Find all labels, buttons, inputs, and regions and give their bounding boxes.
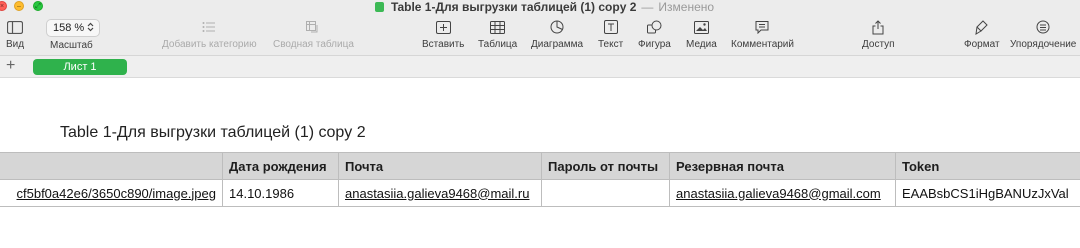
toolbar: × – ⤢ Table 1-Для выгрузки таблицей (1) … [0, 0, 1080, 56]
backup-email-link[interactable]: anastasiia.galieva9468@gmail.com [676, 186, 881, 201]
header-cell[interactable]: Token [895, 152, 1080, 180]
table-button[interactable]: Таблица [478, 18, 517, 54]
title-separator: — [641, 0, 654, 14]
shape-icon [646, 18, 662, 36]
document-title: Table 1-Для выгрузки таблицей (1) copy 2 [391, 0, 637, 14]
add-category-button[interactable]: Добавить категорию [162, 18, 257, 54]
comment-icon [755, 18, 769, 36]
window-title: Table 1-Для выгрузки таблицей (1) copy 2… [375, 0, 715, 14]
image-link[interactable]: cf5bf0a42e6/3650c890/image.jpeg [17, 186, 217, 201]
comment-label: Комментарий [731, 39, 794, 50]
media-icon [693, 18, 709, 36]
pivot-table-label: Сводная таблица [273, 39, 354, 50]
insert-icon [435, 18, 451, 36]
close-icon: × [0, 3, 5, 10]
sidebar-view-icon [7, 18, 24, 36]
zoom-select[interactable]: 158 % [46, 19, 100, 37]
sheet-tab-bar: + Лист 1 [0, 56, 1080, 78]
view-button[interactable]: Вид [6, 18, 24, 54]
document-status: Изменено [658, 0, 715, 14]
text-label: Текст [598, 39, 624, 50]
share-icon [872, 18, 884, 36]
add-category-icon [202, 18, 216, 36]
header-cell[interactable] [0, 152, 223, 180]
add-sheet-button[interactable]: + [6, 57, 15, 75]
window-zoom-button[interactable]: ⤢ [33, 1, 43, 11]
email-link[interactable]: anastasiia.galieva9468@mail.ru [345, 186, 529, 201]
arrange-label: Упорядочение [1010, 39, 1077, 50]
fullscreen-icon: ⤢ [35, 3, 41, 10]
media-label: Медиа [686, 39, 717, 50]
minimize-icon: – [17, 3, 21, 10]
text-button[interactable]: Текст [598, 18, 623, 54]
arrange-icon [1036, 18, 1050, 36]
chart-button[interactable]: Диаграмма [531, 18, 583, 54]
data-table: Дата рождения Почта Пароль от почты Резе… [0, 152, 1080, 207]
view-label: Вид [6, 39, 25, 50]
media-button[interactable]: Медиа [686, 18, 717, 54]
header-cell[interactable]: Резервная почта [669, 152, 896, 180]
zoom-label: Масштаб [50, 40, 93, 51]
pivot-table-button[interactable]: Сводная таблица [273, 18, 354, 54]
header-cell[interactable]: Пароль от почты [541, 152, 670, 180]
numbers-document-icon [375, 1, 384, 12]
table-cell[interactable]: EAABsbCS1iHgBANUzJxVal [895, 179, 1080, 207]
format-button[interactable]: Формат [964, 18, 1000, 54]
table-cell[interactable]: cf5bf0a42e6/3650c890/image.jpeg [0, 179, 223, 207]
add-category-label: Добавить категорию [162, 39, 257, 50]
chart-label: Диаграмма [531, 39, 584, 50]
shape-label: Фигура [638, 39, 671, 50]
text-icon [603, 18, 618, 36]
insert-button[interactable]: Вставить [422, 18, 464, 54]
table-icon [490, 18, 506, 36]
table-row: cf5bf0a42e6/3650c890/image.jpeg 14.10.19… [0, 179, 1080, 207]
sheet-tab-active[interactable]: Лист 1 [33, 59, 127, 75]
table-cell[interactable]: anastasiia.galieva9468@gmail.com [669, 179, 896, 207]
shape-button[interactable]: Фигура [638, 18, 671, 54]
format-label: Формат [964, 39, 1000, 50]
share-label: Доступ [862, 39, 895, 50]
table-label: Таблица [478, 39, 518, 50]
share-button[interactable]: Доступ [862, 18, 895, 54]
table-cell[interactable]: anastasiia.galieva9468@mail.ru [338, 179, 542, 207]
window-close-button[interactable]: × [0, 1, 7, 11]
window-minimize-button[interactable]: – [14, 1, 24, 11]
header-row: Дата рождения Почта Пароль от почты Резе… [0, 152, 1080, 180]
header-cell[interactable]: Дата рождения [222, 152, 339, 180]
table-title[interactable]: Table 1-Для выгрузки таблицей (1) copy 2 [60, 124, 366, 142]
table-cell[interactable]: 14.10.1986 [222, 179, 339, 207]
zoom-value: 158 % [53, 22, 85, 34]
pivot-table-icon [306, 18, 320, 36]
table-cell[interactable] [541, 179, 670, 207]
chart-icon [550, 18, 564, 36]
header-cell[interactable]: Почта [338, 152, 542, 180]
chevron-updown-icon [87, 22, 94, 35]
format-brush-icon [975, 18, 988, 36]
arrange-button[interactable]: Упорядочение [1010, 18, 1076, 54]
insert-label: Вставить [422, 39, 465, 50]
comment-button[interactable]: Комментарий [731, 18, 794, 54]
